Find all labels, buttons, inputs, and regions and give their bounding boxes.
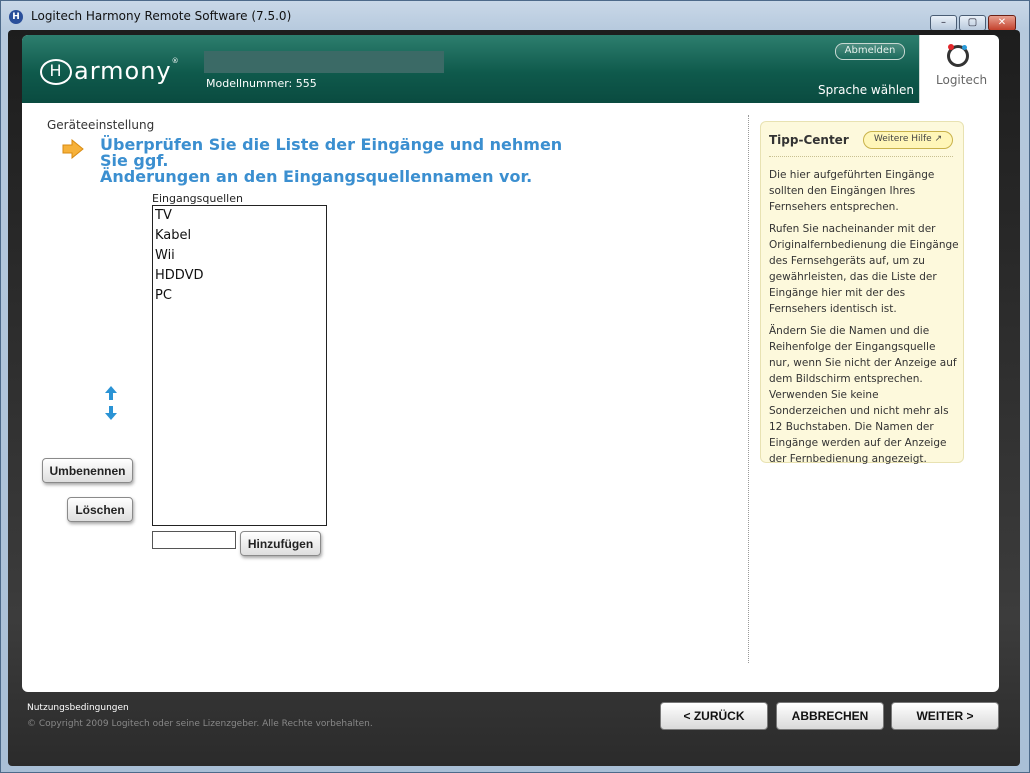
new-input-field[interactable]	[152, 531, 236, 549]
tip-title: Tipp-Center	[769, 133, 849, 147]
list-item[interactable]: TV	[153, 206, 326, 226]
move-down-icon[interactable]	[104, 405, 118, 421]
tip-body: Die hier aufgeführten Eingänge sollten d…	[769, 167, 959, 473]
list-item[interactable]: HDDVD	[153, 266, 326, 286]
input-list-caption: Eingangsquellen	[152, 192, 243, 205]
harmony-app-icon: H	[9, 10, 23, 24]
headline-line-1: Überprüfen Sie die Liste der Eingänge un…	[100, 135, 563, 170]
section-title: Geräteeinstellung	[47, 118, 155, 132]
copyright-text: © Copyright 2009 Logitech oder seine Liz…	[27, 719, 373, 729]
delete-button[interactable]: Löschen	[67, 497, 133, 522]
list-item[interactable]: PC	[153, 286, 326, 306]
more-help-button[interactable]: Weitere Hilfe ↗	[863, 131, 953, 149]
vertical-divider	[748, 115, 749, 663]
harmony-logo: Harmony®	[40, 57, 180, 85]
language-link[interactable]: Sprache wählen	[818, 83, 914, 97]
move-up-icon[interactable]	[104, 385, 118, 401]
rename-button[interactable]: Umbenennen	[42, 458, 133, 483]
close-button[interactable]: ✕	[988, 15, 1016, 31]
input-source-list[interactable]: TV Kabel Wii HDDVD PC	[152, 205, 327, 526]
list-item[interactable]: Wii	[153, 246, 326, 266]
page-headline: Überprüfen Sie die Liste der Eingänge un…	[100, 137, 570, 185]
app-header: Harmony® Modellnummer: 555 Abmelden Spra…	[22, 35, 999, 103]
list-item[interactable]: Kabel	[153, 226, 326, 246]
external-link-icon: ↗	[934, 134, 943, 144]
title-bar: H Logitech Harmony Remote Software (7.5.…	[1, 1, 1029, 31]
cancel-button[interactable]: ABBRECHEN	[776, 702, 884, 730]
logout-button[interactable]: Abmelden	[835, 43, 905, 60]
more-help-label: Weitere Hilfe	[873, 134, 932, 144]
main-panel: Harmony® Modellnummer: 555 Abmelden Spra…	[22, 35, 999, 692]
terms-link[interactable]: Nutzungsbedingungen	[27, 703, 129, 713]
window-title: Logitech Harmony Remote Software (7.5.0)	[31, 9, 292, 23]
logitech-mark-icon	[947, 44, 969, 67]
tip-paragraph: Rufen Sie nacheinander mit der Originalf…	[769, 223, 959, 315]
arrow-right-icon	[62, 139, 84, 159]
model-name-box	[204, 51, 444, 73]
tip-separator	[769, 156, 953, 157]
tip-paragraph: Ändern Sie die Namen und die Reihenfolge…	[769, 325, 957, 465]
model-number: Modellnummer: 555	[206, 77, 317, 90]
tip-paragraph: Die hier aufgeführten Eingänge sollten d…	[769, 169, 935, 213]
harmony-logo-mark: H	[40, 59, 72, 85]
add-button[interactable]: Hinzufügen	[240, 531, 321, 556]
back-button[interactable]: < ZURÜCK	[660, 702, 768, 730]
minimize-button[interactable]: –	[930, 15, 957, 31]
logitech-wordmark: Logitech	[936, 73, 988, 87]
next-button[interactable]: WEITER >	[891, 702, 999, 730]
logitech-logo: Logitech	[919, 35, 999, 103]
maximize-button[interactable]: ▢	[959, 15, 986, 31]
headline-line-2: Änderungen an den Eingangsquellennamen v…	[100, 167, 533, 186]
tip-center: Tipp-Center Weitere Hilfe ↗ Die hier auf…	[760, 121, 964, 465]
